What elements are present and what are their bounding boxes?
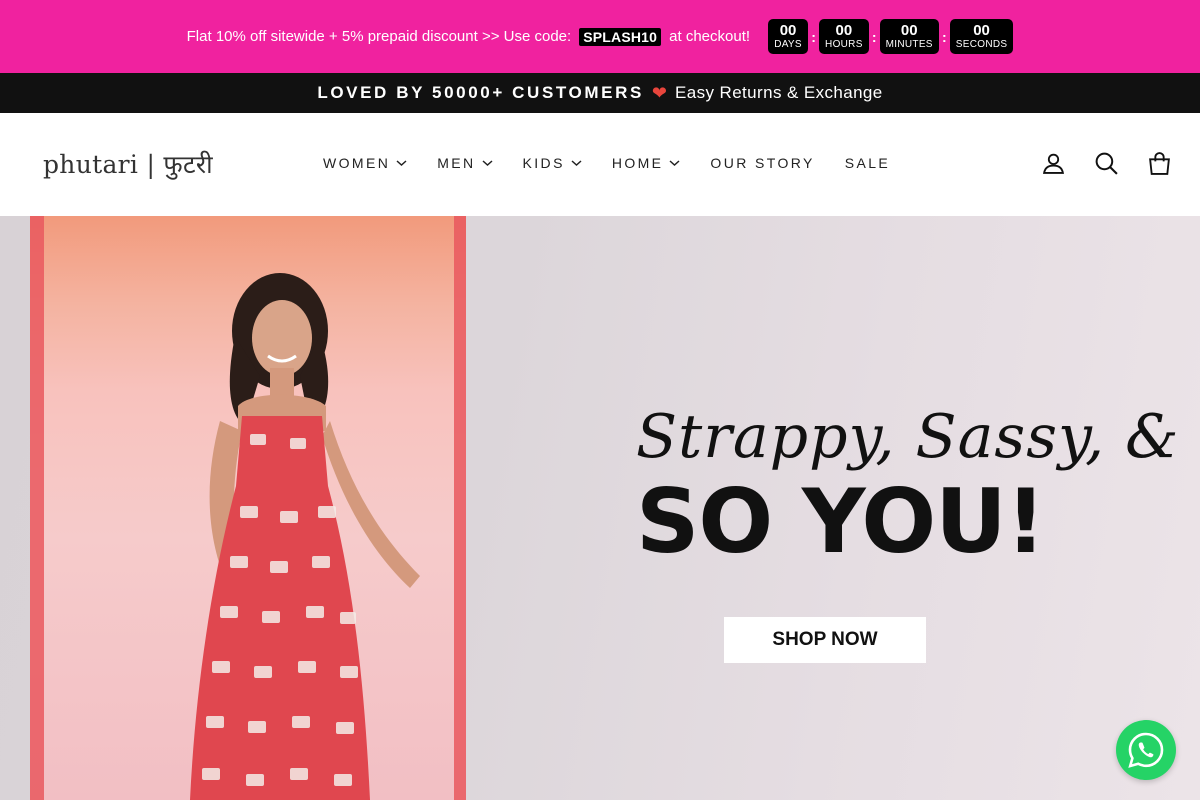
countdown-days-label: DAYS bbox=[774, 39, 802, 50]
header-actions bbox=[1041, 151, 1172, 176]
chevron-down-icon bbox=[482, 160, 493, 167]
nav-item-women[interactable]: WOMEN bbox=[323, 155, 407, 171]
hero-model-image bbox=[190, 273, 420, 800]
search-icon[interactable] bbox=[1094, 151, 1119, 176]
nav-item-sale[interactable]: SALE bbox=[845, 155, 890, 171]
shop-now-button[interactable]: SHOP NOW bbox=[724, 617, 926, 663]
nav-item-our-story[interactable]: OUR STORY bbox=[710, 155, 814, 171]
main-nav: WOMEN MEN KIDS HOME OUR STORY SALE bbox=[323, 155, 920, 171]
nav-item-label: KIDS bbox=[522, 155, 565, 171]
promo-text-after: at checkout! bbox=[669, 28, 751, 45]
chevron-down-icon bbox=[669, 160, 680, 167]
countdown-separator: : bbox=[941, 28, 947, 45]
countdown-seconds-value: 00 bbox=[973, 22, 990, 39]
countdown-minutes-label: MINUTES bbox=[885, 39, 933, 50]
chevron-down-icon bbox=[396, 160, 407, 167]
countdown-days: 00 DAYS bbox=[768, 19, 809, 54]
hero-script-line: Strappy, Sassy, & bbox=[636, 402, 1180, 472]
heart-icon: ❤ bbox=[651, 82, 667, 103]
nav-item-label: WOMEN bbox=[323, 155, 391, 171]
countdown-minutes-value: 00 bbox=[900, 22, 918, 39]
countdown-seconds-label: SECONDS bbox=[955, 39, 1008, 50]
nav-item-men[interactable]: MEN bbox=[437, 155, 493, 171]
promo-text: Flat 10% off sitewide + 5% prepaid disco… bbox=[186, 27, 751, 46]
promo-text-before: Flat 10% off sitewide + 5% prepaid disco… bbox=[186, 28, 572, 45]
hero-bold-line: SO YOU! bbox=[636, 470, 1046, 573]
hero-headline: Strappy, Sassy, & SO YOU! bbox=[636, 401, 1180, 573]
nav-item-label: OUR STORY bbox=[710, 155, 815, 171]
countdown-days-value: 00 bbox=[779, 22, 797, 39]
countdown-hours: 00 HOURS bbox=[819, 19, 869, 54]
nav-item-home[interactable]: HOME bbox=[612, 155, 681, 171]
countdown-seconds: 00 SECONDS bbox=[949, 19, 1014, 54]
whatsapp-button[interactable] bbox=[1116, 720, 1176, 780]
nav-item-label: HOME bbox=[611, 155, 664, 171]
promo-bar: Flat 10% off sitewide + 5% prepaid disco… bbox=[0, 0, 1200, 73]
hero-frame-edge bbox=[30, 216, 44, 800]
countdown-timer: 00 DAYS : 00 HOURS : 00 MINUTES : 00 SEC… bbox=[768, 19, 1014, 54]
logo[interactable]: phutari | फुटरी bbox=[43, 147, 213, 181]
account-icon[interactable] bbox=[1041, 151, 1066, 176]
cart-icon[interactable] bbox=[1147, 151, 1172, 176]
nav-item-kids[interactable]: KIDS bbox=[523, 155, 582, 171]
promo-code: SPLASH10 bbox=[579, 27, 662, 46]
site-header: phutari | फुटरी WOMEN MEN KIDS HOME OUR … bbox=[0, 113, 1200, 216]
chevron-down-icon bbox=[571, 160, 582, 167]
countdown-hours-value: 00 bbox=[835, 22, 853, 39]
countdown-minutes: 00 MINUTES bbox=[879, 19, 939, 54]
nav-item-label: SALE bbox=[844, 155, 891, 171]
hero-banner[interactable]: Strappy, Sassy, & SO YOU! SHOP NOW bbox=[0, 216, 1200, 800]
countdown-hours-label: HOURS bbox=[825, 39, 863, 50]
countdown-separator: : bbox=[871, 28, 877, 45]
announcement-bar: LOVED BY 50000+ CUSTOMERS ❤ Easy Returns… bbox=[0, 73, 1200, 113]
nav-item-label: MEN bbox=[437, 155, 476, 171]
announcement-returns: Easy Returns & Exchange bbox=[675, 83, 883, 102]
whatsapp-icon bbox=[1128, 732, 1164, 768]
countdown-separator: : bbox=[811, 28, 816, 45]
announcement-customers: LOVED BY 50000+ CUSTOMERS bbox=[317, 83, 644, 102]
